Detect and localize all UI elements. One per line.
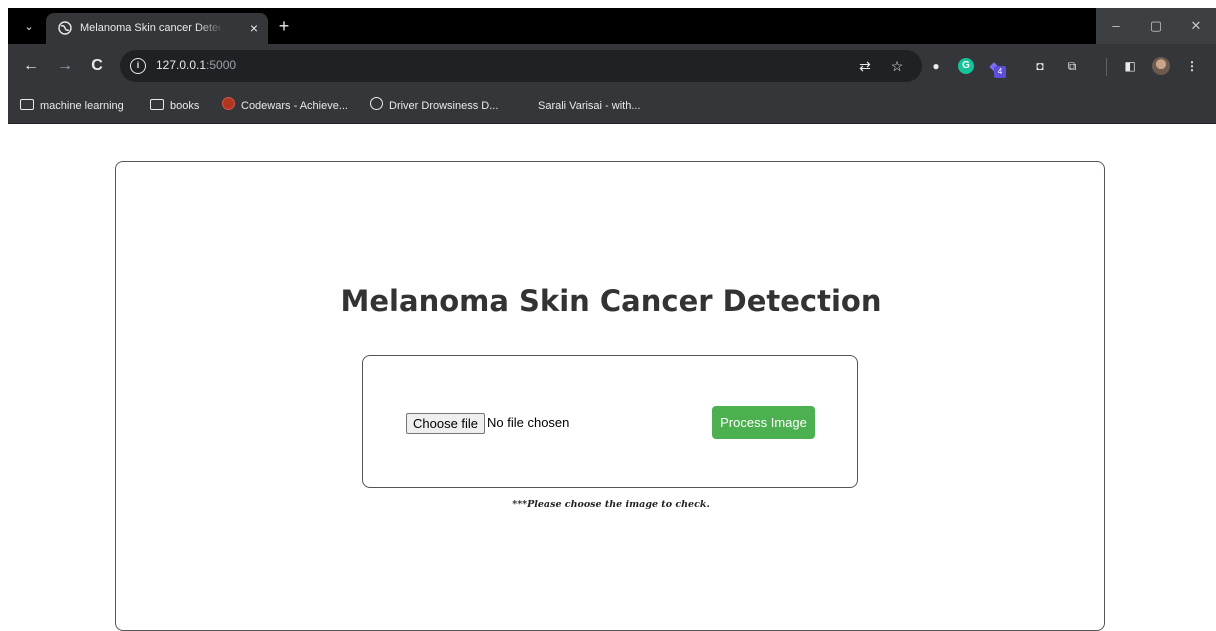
upload-form: Choose file No file chosen Process Image xyxy=(362,355,858,488)
sidepanel-icon[interactable]: ◧ xyxy=(1120,56,1140,76)
profile-avatar[interactable] xyxy=(1152,57,1170,75)
globe-icon xyxy=(58,21,72,35)
process-image-button[interactable]: Process Image xyxy=(712,406,815,439)
url-port: :5000 xyxy=(206,58,237,72)
browser-toolbar: ← → C i 127.0.0.1:5000 ⇄ ☆ ● G ◆ 4 ◘ ⧉ ◧… xyxy=(8,44,1216,88)
browser-chrome: ⌄ Melanoma Skin cancer Detection × + – ▢… xyxy=(8,8,1216,124)
camera-icon[interactable]: ◘ xyxy=(1030,56,1050,76)
globe-icon xyxy=(370,97,383,110)
forward-button[interactable]: → xyxy=(56,57,74,75)
extension-cat-icon[interactable]: ● xyxy=(926,56,946,76)
extension-badge-icon[interactable]: ◆ 4 xyxy=(984,56,1006,78)
hint-text: ***Please choose the image to check. xyxy=(512,499,710,510)
window-close-button[interactable]: ✕ xyxy=(1176,8,1216,44)
folder-icon xyxy=(150,99,164,110)
choose-file-button[interactable]: Choose file xyxy=(406,413,486,434)
tab-search-icon[interactable]: ⌄ xyxy=(20,18,38,36)
bookmark-books[interactable]: books xyxy=(150,96,199,116)
codewars-icon xyxy=(222,97,235,110)
tab-strip: ⌄ Melanoma Skin cancer Detection × + – ▢… xyxy=(8,8,1216,44)
page-content: Melanoma Skin Cancer Detection Choose fi… xyxy=(0,124,1216,631)
tab-close-icon[interactable]: × xyxy=(246,20,262,36)
toolbar-divider xyxy=(1106,58,1107,76)
bookmark-sarali-varisai[interactable]: Sarali Varisai - with... xyxy=(538,96,641,116)
menu-icon[interactable]: ⋮ xyxy=(1182,56,1202,76)
bookmark-codewars[interactable]: Codewars - Achieve... xyxy=(222,96,348,116)
star-icon[interactable]: ☆ xyxy=(888,57,906,75)
site-info-icon[interactable]: i xyxy=(130,58,146,74)
folder-icon xyxy=(20,99,34,110)
puzzle-icon[interactable]: ⧉ xyxy=(1062,56,1082,76)
reload-button[interactable]: C xyxy=(88,57,106,75)
bookmark-label: Driver Drowsiness D... xyxy=(389,100,499,112)
url-text[interactable]: 127.0.0.1:5000 xyxy=(156,58,236,72)
back-button[interactable]: ← xyxy=(22,57,40,75)
file-status-text: No file chosen xyxy=(487,415,570,430)
bookmark-label: Sarali Varisai - with... xyxy=(538,100,641,112)
address-bar[interactable]: i 127.0.0.1:5000 ⇄ ☆ xyxy=(120,50,922,82)
extension-badge-count: 4 xyxy=(994,66,1006,78)
main-card: Melanoma Skin Cancer Detection Choose fi… xyxy=(115,161,1105,631)
tab-active[interactable]: Melanoma Skin cancer Detection × xyxy=(46,13,268,44)
translate-icon[interactable]: ⇄ xyxy=(856,57,874,75)
bookmark-label: machine learning xyxy=(40,100,124,112)
window-minimize-button[interactable]: – xyxy=(1096,8,1136,44)
new-tab-button[interactable]: + xyxy=(274,16,294,36)
bookmarks-bar: machine learning books Codewars - Achiev… xyxy=(8,88,1216,124)
page-title: Melanoma Skin Cancer Detection xyxy=(340,284,882,318)
bookmark-label: books xyxy=(170,100,200,112)
window-maximize-button[interactable]: ▢ xyxy=(1136,8,1176,44)
grammarly-icon[interactable]: G xyxy=(958,58,974,74)
bookmark-label: Codewars - Achieve... xyxy=(241,100,348,112)
bookmark-machine-learning[interactable]: machine learning xyxy=(20,96,124,116)
tab-title-fade xyxy=(196,19,226,37)
bookmark-driver-drowsiness[interactable]: Driver Drowsiness D... xyxy=(370,96,498,116)
url-host: 127.0.0.1 xyxy=(156,58,207,72)
